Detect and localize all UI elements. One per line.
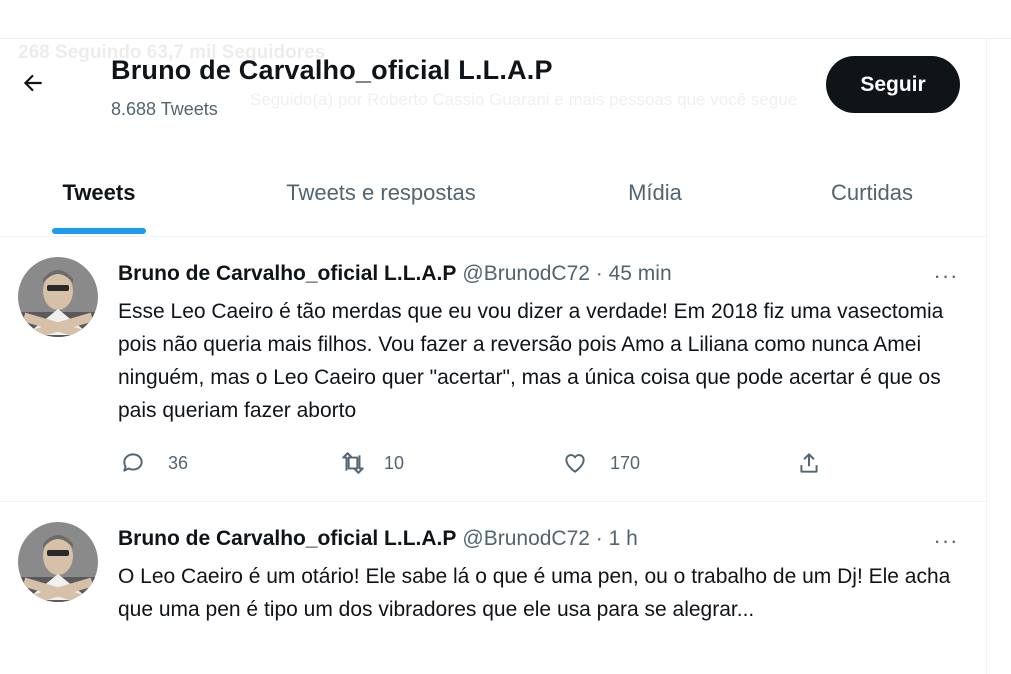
avatar[interactable] [18,522,98,602]
like-button[interactable]: 170 [562,450,640,476]
heart-icon [565,454,585,473]
tweet-author: Bruno de Carvalho_oficial L.L.A.P @Brunod… [118,527,638,551]
tab-likes[interactable]: Curtidas [800,150,944,235]
profile-header: 268 Seguindo 63,7 mil Seguidores Seguido… [0,40,986,145]
more-options-button[interactable]: ··· [930,528,962,553]
tweet-text: O Leo Caeiro é um otário! Ele sabe lá o … [118,565,951,621]
retweet-icon [342,452,364,474]
tweet-text: Esse Leo Caeiro é tão merdas que eu vou … [118,300,944,422]
tweet-author: Bruno de Carvalho_oficial L.L.A.P @Brunod… [118,262,672,286]
author-handle-time: @BrunodC72 · 45 min [462,262,672,285]
tab-media[interactable]: Mídia [600,150,710,235]
retweet-count: 10 [384,452,405,473]
right-divider [986,38,987,674]
back-button[interactable] [20,70,54,104]
top-divider [0,38,1011,39]
author-handle-time: @BrunodC72 · 1 h [462,527,638,550]
author-name[interactable]: Bruno de Carvalho_oficial L.L.A.P [118,262,456,285]
like-count: 170 [610,452,641,473]
profile-tabs: Tweets Tweets e respostas Mídia Curtidas [0,150,986,235]
comment-icon [123,453,143,472]
tweet-item[interactable]: Bruno de Carvalho_oficial L.L.A.P @Brunod… [0,502,986,674]
faded-followed-by: Seguido(a) por Roberto Cassio Guarani e … [250,90,798,109]
reply-count: 36 [168,452,189,473]
active-tab-indicator [52,228,146,234]
reply-button[interactable]: 36 [120,450,188,476]
tweet-item[interactable]: Bruno de Carvalho_oficial L.L.A.P @Brunod… [0,237,986,500]
share-button[interactable] [796,450,844,476]
arrow-left-icon [23,74,42,92]
tab-tweets[interactable]: Tweets [40,150,158,235]
retweet-button[interactable]: 10 [338,450,404,476]
more-options-button[interactable]: ··· [930,263,962,288]
follow-button[interactable]: Seguir [826,56,960,113]
avatar[interactable] [18,257,98,337]
share-icon [800,453,818,473]
tab-tweets-and-replies[interactable]: Tweets e respostas [262,150,500,235]
author-name[interactable]: Bruno de Carvalho_oficial L.L.A.P [118,527,456,550]
tweet-count: 8.688 Tweets [111,99,218,119]
profile-name: Bruno de Carvalho_oficial L.L.A.P [111,55,553,85]
